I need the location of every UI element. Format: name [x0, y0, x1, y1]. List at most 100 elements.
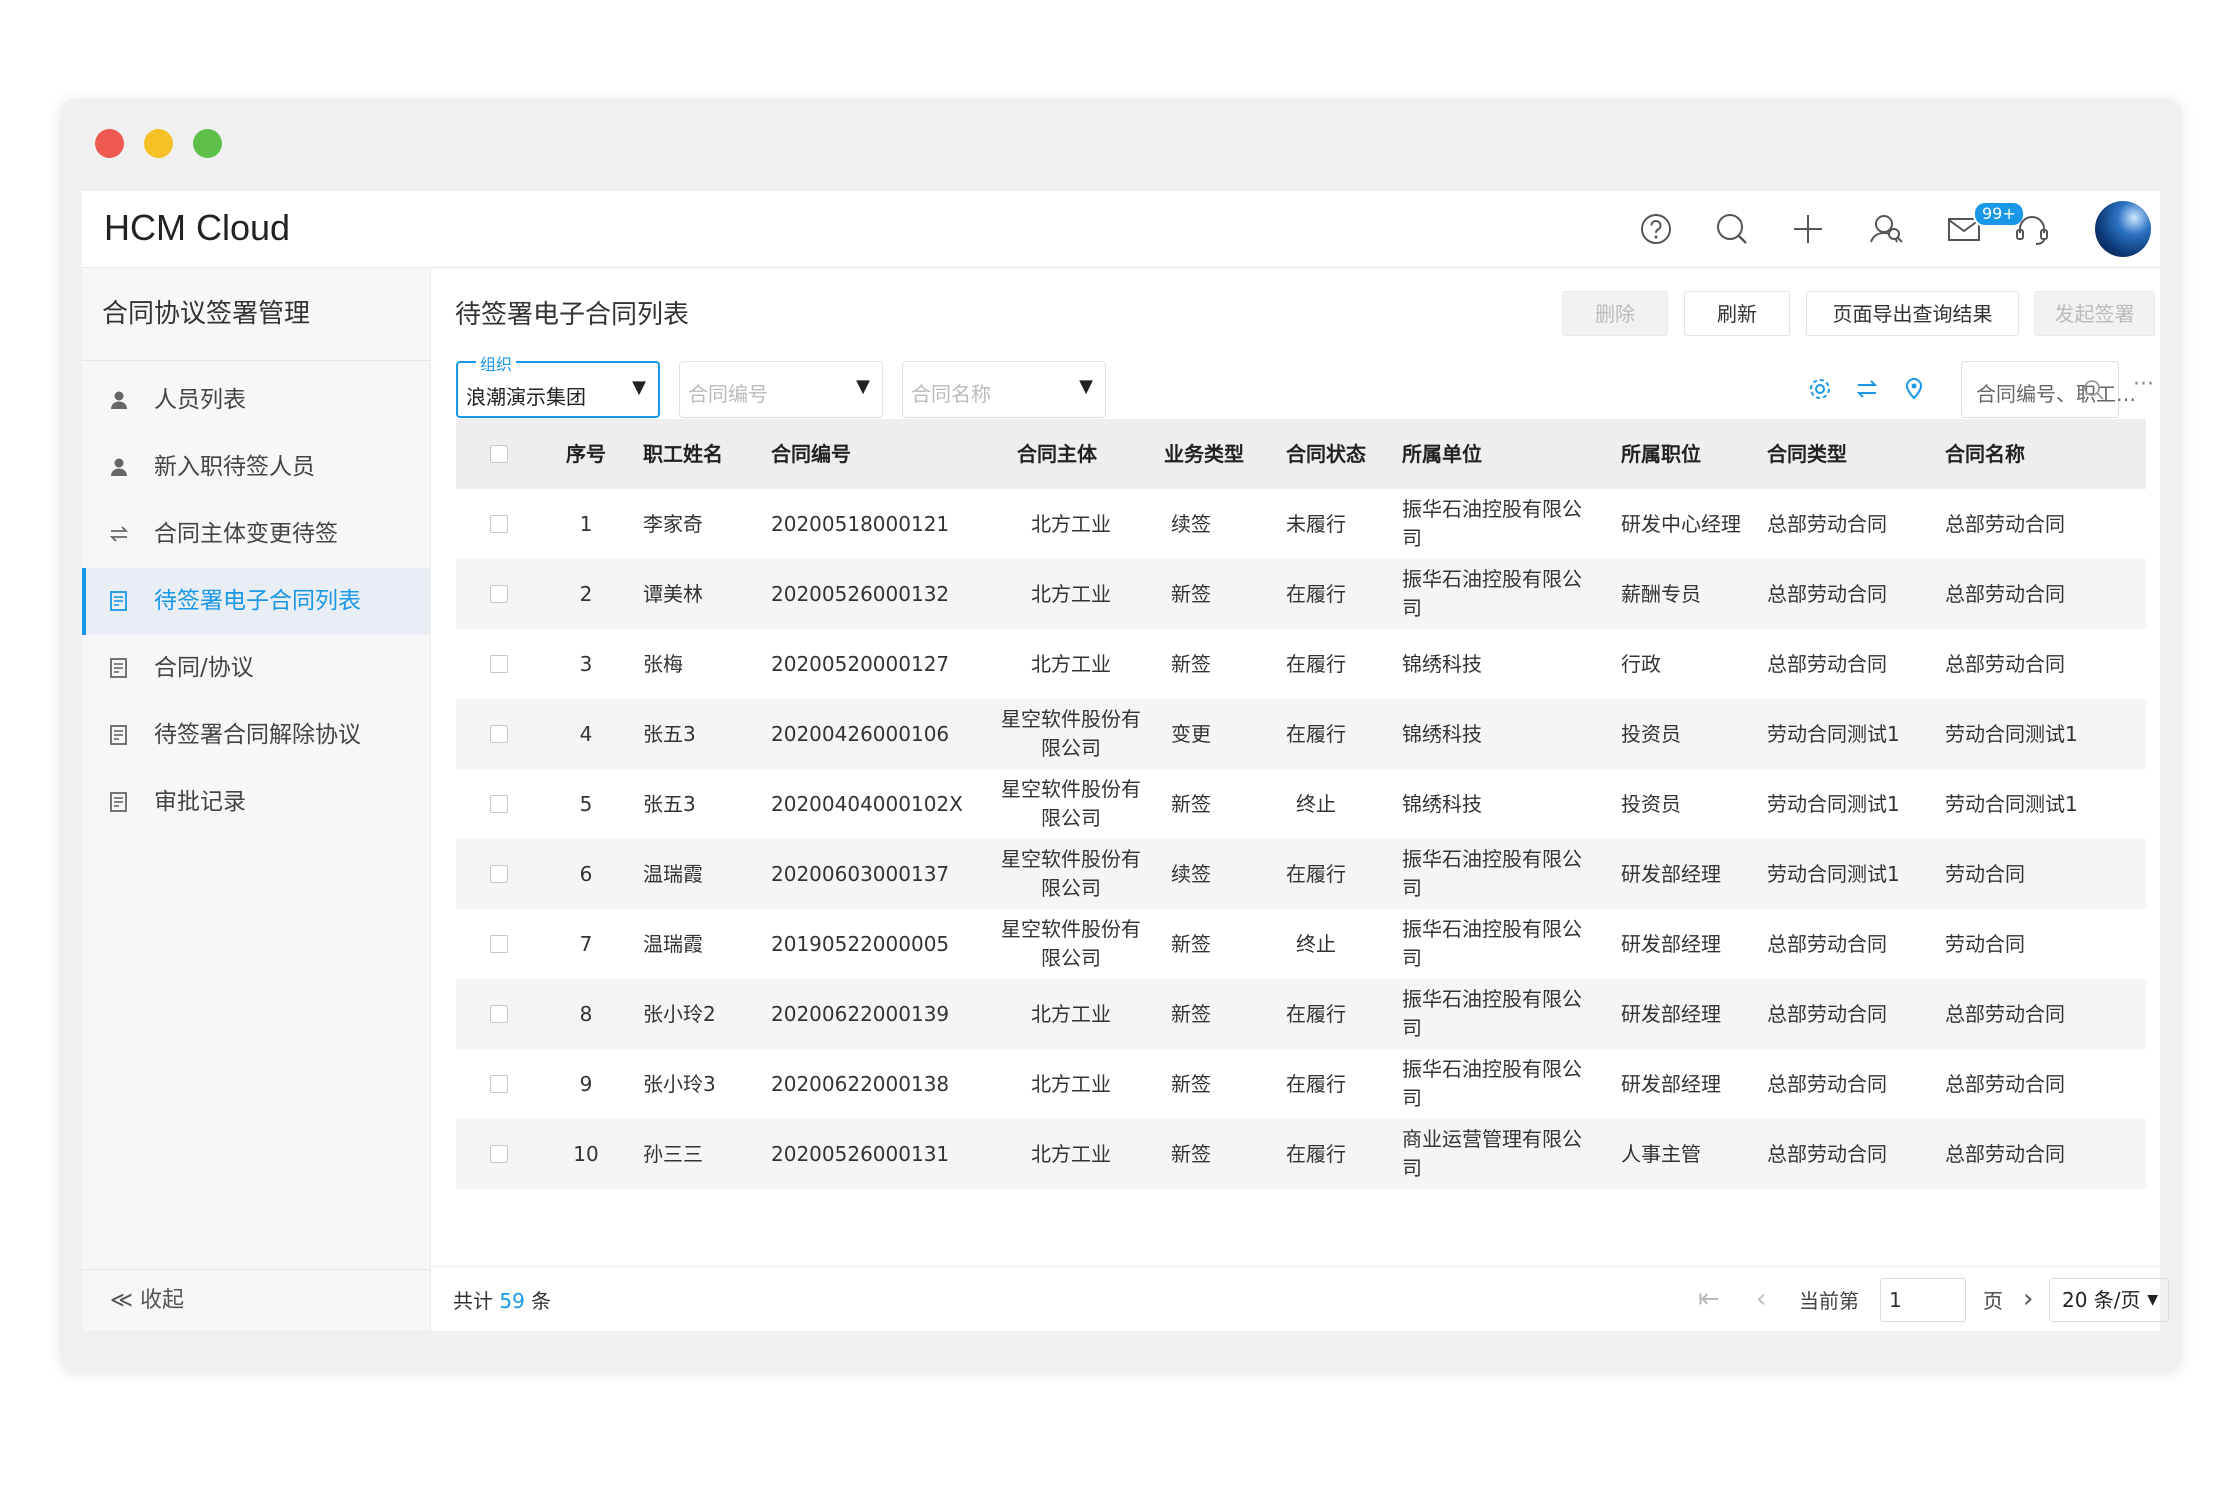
main-content: 待签署电子合同列表 删除 刷新 页面导出查询结果 发起签署 组织 浪潮演示集团 … — [431, 268, 2169, 1331]
close-window-button[interactable] — [95, 129, 124, 158]
contracts-table: 序号 职工姓名 合同编号 合同主体 业务类型 合同状态 所属单位 所属职位 合同… — [456, 419, 2146, 1189]
table-cell: 总部劳动合同 — [1945, 651, 2065, 676]
app-content: HCM Cloud 99+ 合同协议签署管理 人员列表 新入职待签人员 合同主体… — [82, 191, 2169, 1331]
table-row[interactable]: 4 张五3 20200426000106 星空软件股份有限公司 变更 在履行 锦绣科技 投资员… — [456, 699, 2146, 769]
app-title: HCM Cloud — [104, 207, 291, 248]
row-checkbox[interactable] — [490, 979, 508, 1049]
table-cell: 总部劳动合同 — [1767, 651, 1887, 676]
column-header: 职工姓名 — [643, 441, 723, 466]
total-number: 59 — [499, 1289, 525, 1313]
table-cell: 振华石油控股有限公司 — [1402, 1057, 1582, 1110]
column-header: 所属职位 — [1621, 441, 1701, 466]
app-window: HCM Cloud 99+ 合同协议签署管理 人员列表 新入职待签人员 合同主体… — [60, 99, 2182, 1371]
sidebar-item-new-hires[interactable]: 新入职待签人员 — [82, 434, 430, 501]
table-cell: 4 — [579, 721, 593, 746]
maximize-window-button[interactable] — [193, 129, 222, 158]
search-placeholder: 合同编号、职工… — [1976, 382, 2136, 406]
table-row[interactable]: 9 张小玲3 20200622000138 北方工业 新签 在履行 振华石油控股有限公司 研发… — [456, 1049, 2146, 1119]
table-cell: 20200526000132 — [771, 581, 950, 606]
search-icon — [2084, 380, 2104, 400]
table-row[interactable]: 1 李家奇 20200518000121 北方工业 续签 未履行 振华石油控股有限公司 研发中… — [456, 489, 2146, 559]
sidebar-item-staff-list[interactable]: 人员列表 — [82, 367, 430, 434]
row-checkbox[interactable] — [490, 909, 508, 979]
row-checkbox[interactable] — [490, 699, 508, 769]
select-all-checkbox[interactable] — [490, 419, 508, 489]
page-number-input[interactable]: 1 — [1880, 1278, 1966, 1322]
help-icon[interactable] — [1636, 209, 1676, 249]
sidebar-item-entity-change[interactable]: 合同主体变更待签 — [82, 501, 430, 568]
table-footer: 共计 59 条 ⇤ ‹ 当前第 1 页 › ⇥ 20 条/页 ▼ — [431, 1266, 2169, 1331]
table-cell: 20190522000005 — [771, 931, 950, 956]
table-row[interactable]: 3 张梅 20200520000127 北方工业 新签 在履行 锦绣科技 行政 总部劳动合同 总部… — [456, 629, 2146, 699]
minimize-window-button[interactable] — [144, 129, 173, 158]
table-cell: 新签 — [1171, 1001, 1211, 1026]
export-button[interactable]: 页面导出查询结果 — [1806, 291, 2019, 336]
customer-service-icon[interactable] — [2012, 209, 2052, 249]
sidebar-item-contracts[interactable]: 合同/协议 — [82, 635, 430, 702]
table-cell: 振华石油控股有限公司 — [1402, 917, 1582, 970]
org-select[interactable]: 组织 浪潮演示集团 ▼ — [456, 351, 660, 418]
table-cell: 星空软件股份有限公司 — [1001, 707, 1141, 760]
table-cell: 李家奇 — [643, 511, 703, 536]
next-page-icon[interactable]: › — [2023, 1267, 2033, 1331]
table-cell: 在履行 — [1286, 1071, 1346, 1096]
contacts-icon[interactable] — [1867, 209, 1907, 249]
sidebar-item-label: 人员列表 — [154, 387, 246, 413]
table-cell: 在履行 — [1286, 1141, 1346, 1166]
sidebar-item-termination[interactable]: 待签署合同解除协议 — [82, 702, 430, 769]
table-search-input[interactable]: 合同编号、职工… — [1961, 361, 2136, 418]
table-cell: 20200518000121 — [771, 511, 950, 536]
table-cell: 温瑞霞 — [643, 861, 703, 886]
add-icon[interactable] — [1788, 209, 1828, 249]
column-header: 合同类型 — [1767, 441, 1847, 466]
row-checkbox[interactable] — [490, 489, 508, 559]
swap-icon[interactable] — [1854, 376, 1880, 402]
first-page-icon[interactable]: ⇤ — [1698, 1267, 1720, 1331]
table-cell: 20200426000106 — [771, 721, 950, 746]
row-checkbox[interactable] — [490, 629, 508, 699]
location-pin-icon[interactable] — [1901, 376, 1927, 402]
column-header: 合同名称 — [1945, 441, 2025, 466]
row-checkbox[interactable] — [490, 1119, 508, 1189]
settings-icon[interactable] — [1807, 376, 1833, 402]
row-checkbox[interactable] — [490, 839, 508, 909]
delete-button[interactable]: 删除 — [1562, 291, 1668, 336]
table-row[interactable]: 8 张小玲2 20200622000139 北方工业 新签 在履行 振华石油控股有限公司 研发… — [456, 979, 2146, 1049]
table-cell: 20200404000102X — [771, 791, 963, 816]
table-row[interactable]: 10 孙三三 20200526000131 北方工业 新签 在履行 商业运营管理有限公司 人事… — [456, 1119, 2146, 1189]
sidebar-item-pending-contracts[interactable]: 待签署电子合同列表 — [82, 568, 430, 635]
more-options-icon[interactable]: ··· — [2133, 372, 2154, 397]
row-checkbox[interactable] — [490, 769, 508, 839]
page-size-select[interactable]: 20 条/页 ▼ — [2049, 1278, 2169, 1322]
table-row[interactable]: 6 温瑞霞 20200603000137 星空软件股份有限公司 续签 在履行 振华石油控股有… — [456, 839, 2146, 909]
refresh-button[interactable]: 刷新 — [1684, 291, 1790, 336]
table-cell: 振华石油控股有限公司 — [1402, 847, 1582, 900]
table-cell: 总部劳动合同 — [1767, 1001, 1887, 1026]
table-row[interactable]: 7 温瑞霞 20190522000005 星空软件股份有限公司 新签 终止 振华石油控股有限… — [456, 909, 2146, 979]
collapse-sidebar-button[interactable]: ≪ 收起 — [82, 1269, 430, 1331]
table-cell: 20200520000127 — [771, 651, 950, 676]
table-cell: 劳动合同 — [1945, 861, 2025, 886]
table-cell: 20200526000131 — [771, 1141, 950, 1166]
document-icon — [110, 792, 127, 812]
table-row[interactable]: 2 谭美林 20200526000132 北方工业 新签 在履行 振华石油控股有限公司 薪酬专… — [456, 559, 2146, 629]
start-signing-button[interactable]: 发起签署 — [2034, 291, 2155, 336]
table-cell: 人事主管 — [1621, 1141, 1701, 1166]
prev-page-icon[interactable]: ‹ — [1756, 1267, 1766, 1331]
table-cell: 新签 — [1171, 791, 1211, 816]
row-checkbox[interactable] — [490, 1049, 508, 1119]
top-header: HCM Cloud 99+ — [82, 191, 2160, 268]
contract-no-select[interactable]: 合同编号 ▼ — [679, 361, 883, 418]
search-icon[interactable] — [1712, 209, 1752, 249]
row-checkbox[interactable] — [490, 559, 508, 629]
user-avatar[interactable] — [2095, 201, 2151, 257]
table-cell: 在履行 — [1286, 1001, 1346, 1026]
user-icon — [111, 391, 127, 409]
table-cell: 新签 — [1171, 1071, 1211, 1096]
table-cell: 在履行 — [1286, 861, 1346, 886]
sidebar-item-approvals[interactable]: 审批记录 — [82, 769, 430, 836]
table-cell: 研发部经理 — [1621, 1001, 1721, 1026]
table-row[interactable]: 5 张五3 20200404000102X 星空软件股份有限公司 新签 终止 锦绣科技 投资员… — [456, 769, 2146, 839]
contract-name-select[interactable]: 合同名称 ▼ — [902, 361, 1106, 418]
document-icon — [110, 725, 127, 745]
